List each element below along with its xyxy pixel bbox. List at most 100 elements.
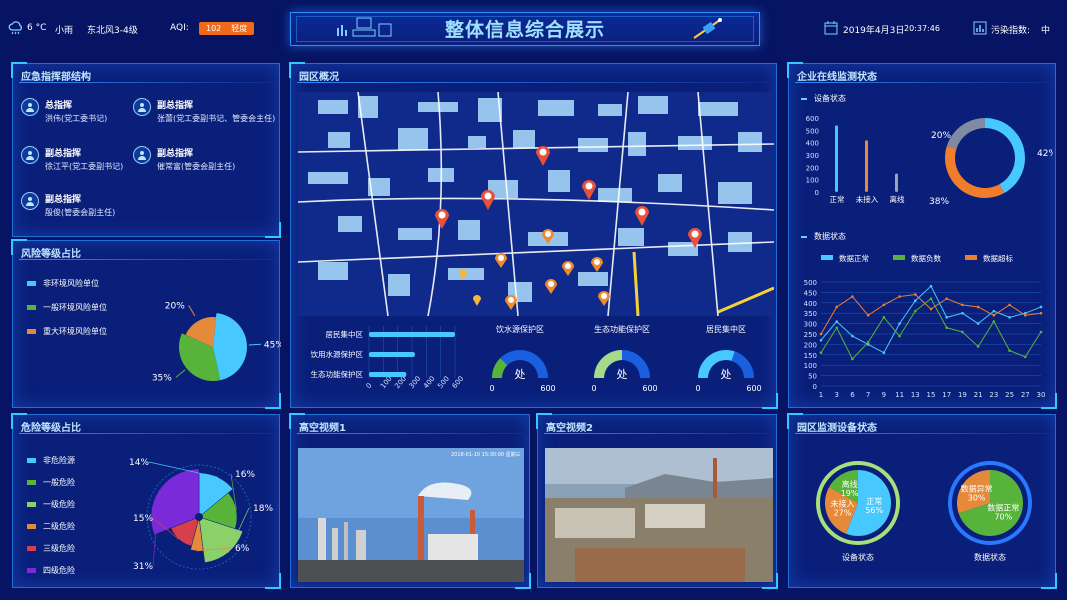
- rose-label: 6%: [235, 544, 250, 554]
- video2-title: 高空视频2: [546, 423, 593, 434]
- location-pin-icon[interactable]: [687, 226, 703, 248]
- aqi-badge: 102 轻度: [199, 22, 254, 35]
- y-tick: 600: [806, 115, 819, 123]
- series-point: [1008, 316, 1011, 319]
- donut-label: 38%: [929, 197, 949, 207]
- legend-swatch: [27, 501, 36, 507]
- legend-item[interactable]: 一般环境风险单位: [27, 297, 107, 317]
- facility-marker-icon[interactable]: [494, 252, 508, 268]
- device-subtitle: 设备状态: [801, 93, 846, 104]
- x-tick: 3: [834, 391, 838, 399]
- y-tick: 400: [806, 140, 819, 148]
- data-line-chart: 数据正常 数据负数 数据超标 0 50 100 150 200 250 300 350 400 450 5…: [804, 253, 1046, 399]
- series-point: [835, 305, 839, 309]
- x-tick: 30: [1037, 391, 1046, 399]
- facility-marker-icon[interactable]: [561, 260, 575, 276]
- legend-swatch: [27, 304, 36, 310]
- facility-marker-icon[interactable]: [541, 228, 555, 244]
- aqi-value: 102: [206, 24, 222, 33]
- facility-marker-icon[interactable]: [597, 290, 611, 306]
- legend-swatch: [821, 255, 833, 260]
- series-point: [819, 351, 823, 355]
- series-point: [819, 332, 823, 336]
- series-point: [1039, 330, 1043, 334]
- gauge-max: 600: [540, 384, 555, 393]
- series-point: [929, 284, 933, 288]
- leader-card[interactable]: 副总指挥 殷俊(管委会副主任): [21, 192, 115, 218]
- video2-feed[interactable]: [545, 448, 773, 582]
- x-tick: 21: [974, 391, 983, 399]
- location-pin-icon[interactable]: [535, 144, 551, 166]
- series-point: [835, 326, 839, 330]
- legend-item[interactable]: 二级危险: [27, 515, 75, 537]
- gauge-min: 0: [695, 384, 700, 393]
- bar: [369, 372, 407, 377]
- facility-marker-icon[interactable]: [458, 268, 468, 280]
- legend-item[interactable]: 一般危险: [27, 471, 75, 493]
- danger-panel: 危险等级占比 非危险源 一般危险 一级危险 二级危险 三级危险 四级危险 14%…: [11, 413, 281, 589]
- avatar: [133, 98, 151, 116]
- facility-marker-icon[interactable]: [504, 294, 518, 310]
- avatar: [21, 192, 39, 210]
- location-pin-icon[interactable]: [480, 188, 496, 210]
- zone-bar-chart: 0 100 200 300 400 500 600 居民集中区饮用水源保护区生态功能保护区: [311, 326, 465, 390]
- pie-slice: [213, 313, 248, 381]
- device-status-panel: 园区监测设备状态 正常 56% 未接入 27% 离线 19% 设备状态 数据正常 70% 数据异…: [787, 413, 1057, 589]
- facility-marker-icon[interactable]: [544, 278, 558, 294]
- legend-item[interactable]: 三级危险: [27, 537, 75, 559]
- pie-label: 离线 19%: [841, 479, 859, 498]
- pie-label: 正常 56%: [865, 497, 883, 515]
- y-tick: 0: [815, 189, 819, 197]
- x-tick: 7: [866, 391, 870, 399]
- legend-swatch: [27, 479, 36, 485]
- rose-label: 16%: [235, 470, 255, 480]
- legend-item[interactable]: 非危险源: [27, 449, 75, 471]
- facility-marker-icon[interactable]: [472, 294, 482, 306]
- series-point: [945, 316, 949, 319]
- danger-title: 危险等级占比: [21, 423, 81, 434]
- series-line: [820, 297, 1042, 360]
- series-point: [866, 341, 870, 344]
- leader-name: 张蕾(党工委副书记、管委会主任): [157, 114, 276, 123]
- legend-item[interactable]: 重大环境风险单位: [27, 321, 107, 341]
- leader-name: 徐江平(党工委副书记): [45, 162, 124, 171]
- leader-card[interactable]: 副总指挥 徐江平(党工委副书记): [21, 146, 123, 172]
- gauge-max: 600: [642, 384, 657, 393]
- rose-label: 31%: [133, 562, 153, 572]
- leader-line: [188, 305, 196, 317]
- legend-swatch: [27, 457, 36, 463]
- legend-item[interactable]: 四级危险: [27, 559, 75, 581]
- y-tick: 400: [804, 300, 817, 308]
- location-pin-icon[interactable]: [634, 204, 650, 226]
- legend-item[interactable]: 非环境风险单位: [27, 273, 107, 293]
- gauge-min: 0: [591, 384, 596, 393]
- pollution-value: 中: [1041, 26, 1051, 36]
- device-bar-chart: 0 100 200 300 400 500 600 正常 未接入 离线: [806, 115, 905, 204]
- y-tick: 100: [804, 362, 817, 370]
- gauge-center: 处: [515, 368, 526, 381]
- leader-role: 副总指挥: [157, 101, 194, 111]
- data-subtitle-text: 数据状态: [814, 232, 846, 241]
- legend-label: 三级危险: [43, 543, 75, 553]
- leader-line: [175, 369, 186, 378]
- leader-card[interactable]: 副总指挥张蕾(党工委副书记、管委会主任): [133, 98, 275, 124]
- series-point: [898, 322, 901, 325]
- data-subtitle: 数据状态: [801, 231, 846, 242]
- donut-slice: [945, 145, 1005, 198]
- video1-feed[interactable]: [298, 448, 524, 582]
- date-text: 2019年4月3日: [843, 26, 905, 36]
- facility-marker-icon[interactable]: [590, 256, 604, 272]
- location-pin-icon[interactable]: [581, 178, 597, 200]
- leader-card[interactable]: 副总指挥 催常富(管委会副主任): [133, 146, 235, 172]
- tick-label: 300: [408, 375, 423, 390]
- legend-item[interactable]: 一级危险: [27, 493, 75, 515]
- location-pin-icon[interactable]: [434, 207, 450, 229]
- leader-card[interactable]: 总指挥 洪伟(党工委书记): [21, 98, 107, 124]
- gauge-center: 处: [721, 368, 732, 381]
- series-line: [820, 285, 1042, 354]
- bar: [865, 140, 868, 192]
- x-tick: 6: [850, 391, 855, 399]
- bar-category-label: 离线: [890, 194, 905, 204]
- pie-caption: 数据状态: [974, 552, 1006, 562]
- gauge-max: 600: [746, 384, 761, 393]
